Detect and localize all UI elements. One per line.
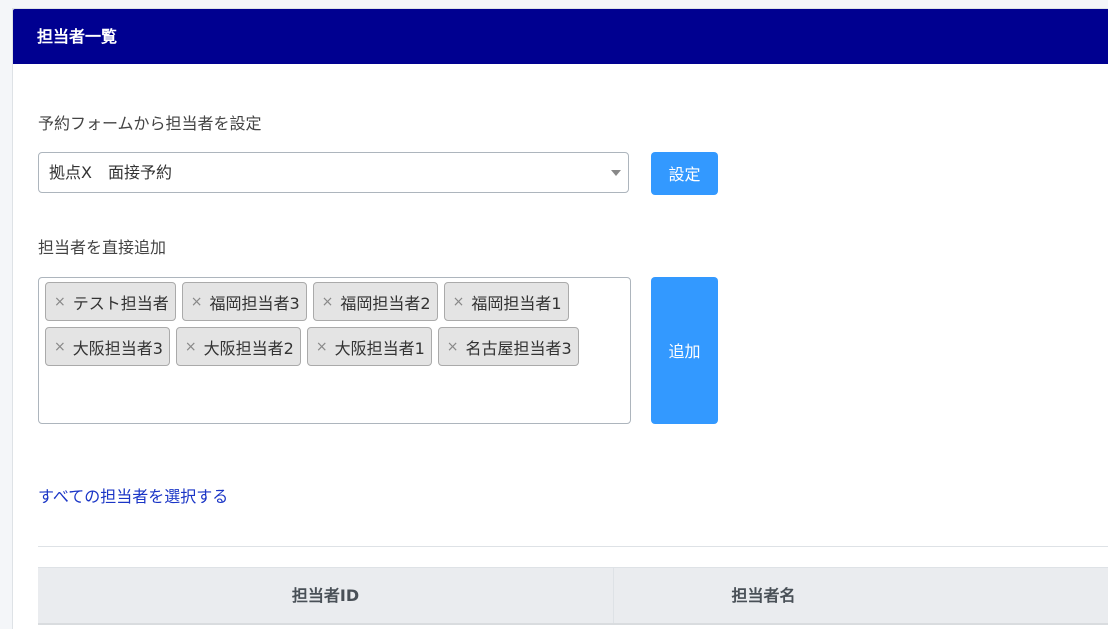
close-icon[interactable]: × bbox=[191, 294, 203, 310]
close-icon[interactable]: × bbox=[54, 294, 66, 310]
staff-tag-label: 福岡担当者1 bbox=[471, 293, 562, 313]
direct-section-label: 担当者を直接追加 bbox=[38, 238, 167, 257]
staff-tag: × 大阪担当者1 bbox=[306, 327, 432, 366]
close-icon[interactable]: × bbox=[453, 294, 465, 310]
staff-tag: × 名古屋担当者3 bbox=[437, 327, 579, 366]
reservation-form-select[interactable]: 拠点X 面接予約 bbox=[38, 152, 629, 193]
chevron-down-icon bbox=[611, 170, 621, 176]
staff-tag: × 福岡担当者2 bbox=[312, 282, 438, 321]
tag-row: × 大阪担当者3 × 大阪担当者2 × 大阪担当者1 × 名古屋担当者3 bbox=[45, 327, 630, 366]
add-button[interactable]: 追加 bbox=[651, 277, 718, 424]
staff-tag: × 大阪担当者3 bbox=[45, 327, 170, 366]
staff-table-header: 担当者ID 担当者名 bbox=[38, 567, 1108, 625]
tag-row: × テスト担当者 × 福岡担当者3 × 福岡担当者2 × 福岡担当者1 bbox=[45, 282, 630, 321]
card-header-title: 担当者一覧 bbox=[13, 9, 1108, 64]
staff-tag-label: 大阪担当者3 bbox=[72, 338, 163, 358]
staff-tag: × 福岡担当者3 bbox=[181, 282, 307, 321]
staff-tag: × 福岡担当者1 bbox=[443, 282, 569, 321]
staff-tag-label: 福岡担当者3 bbox=[209, 293, 300, 313]
staff-tag: × 大阪担当者2 bbox=[175, 327, 301, 366]
column-header-staff-name[interactable]: 担当者名 bbox=[614, 568, 1108, 623]
close-icon[interactable]: × bbox=[54, 339, 66, 355]
close-icon[interactable]: × bbox=[322, 294, 334, 310]
close-icon[interactable]: × bbox=[185, 339, 197, 355]
staff-tag-label: 名古屋担当者3 bbox=[465, 338, 572, 358]
selected-form-value: 拠点X 面接予約 bbox=[49, 163, 172, 182]
select-all-staff-link[interactable]: すべての担当者を選択する bbox=[38, 483, 228, 507]
divider bbox=[38, 546, 1108, 547]
staff-list-card: 担当者一覧 予約フォームから担当者を設定 拠点X 面接予約 設定 担当者を直接追… bbox=[12, 8, 1108, 629]
close-icon[interactable]: × bbox=[316, 339, 328, 355]
staff-tag-label: 福岡担当者2 bbox=[340, 293, 431, 313]
staff-tag: × テスト担当者 bbox=[45, 282, 176, 321]
staff-tag-label: 大阪担当者2 bbox=[203, 338, 294, 358]
close-icon[interactable]: × bbox=[447, 339, 459, 355]
set-button[interactable]: 設定 bbox=[651, 152, 718, 195]
form-section-label: 予約フォームから担当者を設定 bbox=[38, 114, 262, 133]
column-header-staff-id[interactable]: 担当者ID bbox=[38, 568, 614, 623]
staff-tag-input[interactable]: × テスト担当者 × 福岡担当者3 × 福岡担当者2 × 福岡担当者1 × 大阪担当者3 … bbox=[38, 277, 631, 424]
staff-tag-label: 大阪担当者1 bbox=[334, 338, 425, 358]
staff-tag-label: テスト担当者 bbox=[72, 293, 169, 313]
